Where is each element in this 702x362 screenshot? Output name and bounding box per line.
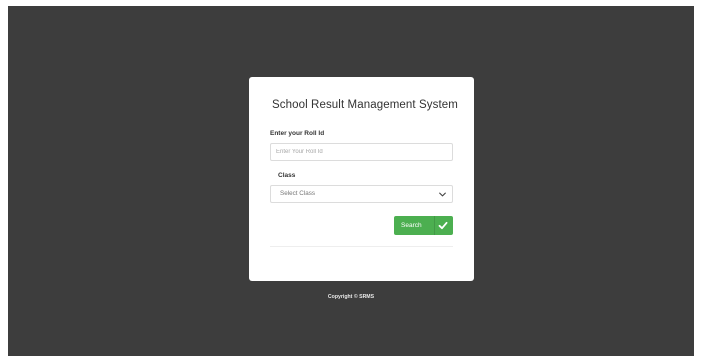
roll-id-label: Enter your Roll Id <box>270 130 325 137</box>
login-card: School Result Management System Enter yo… <box>249 77 474 281</box>
class-select-value: Select Class <box>280 190 315 197</box>
button-divider <box>434 216 435 235</box>
footer-copyright: Copyright © SRMS <box>327 294 375 300</box>
page-title: School Result Management System <box>272 99 458 111</box>
card-divider <box>270 246 453 247</box>
class-select[interactable]: Select Class <box>270 185 453 203</box>
roll-id-input[interactable] <box>270 143 453 161</box>
search-button-label: Search <box>401 222 422 229</box>
check-icon <box>438 221 448 230</box>
chevron-down-icon <box>439 192 446 197</box>
search-button[interactable]: Search <box>394 216 453 235</box>
class-label: Class <box>278 172 296 179</box>
